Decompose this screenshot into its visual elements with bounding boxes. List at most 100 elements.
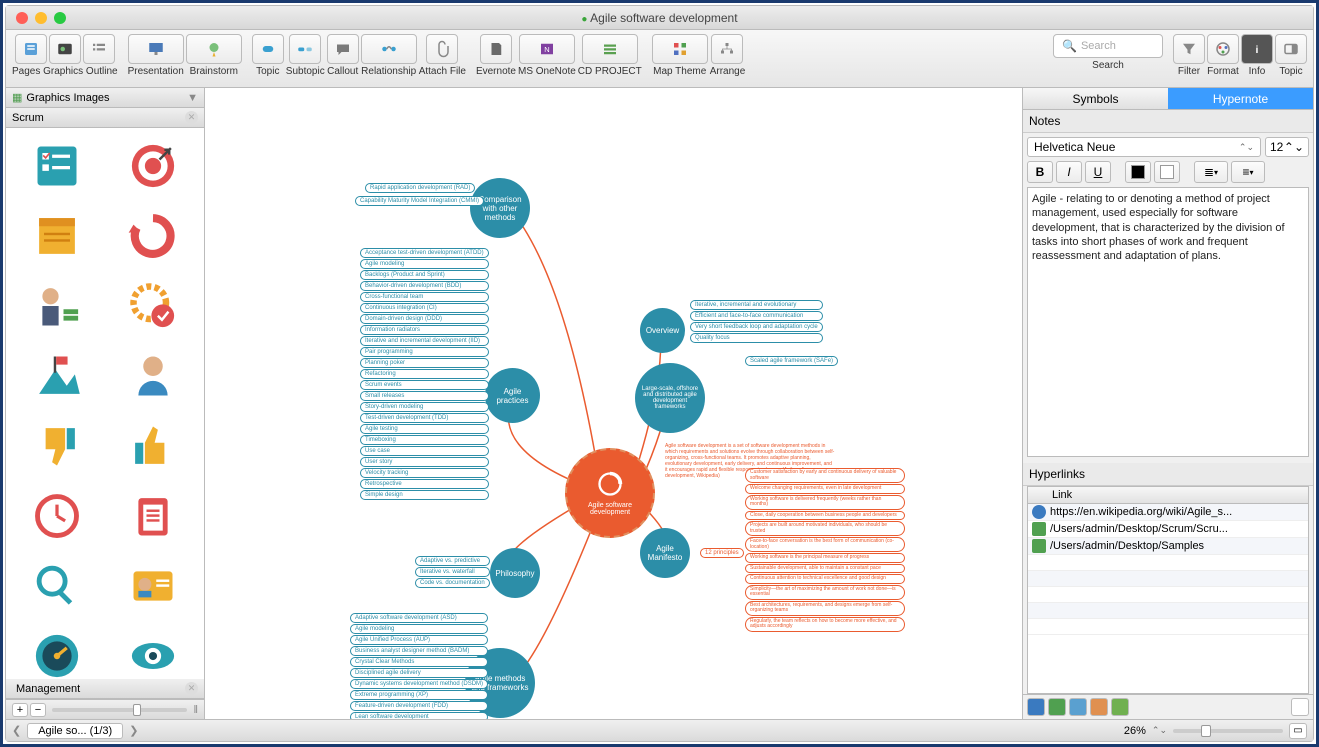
subnode[interactable]: Working software is delivered frequently… (745, 495, 905, 510)
subnode[interactable]: Planning poker (360, 358, 489, 368)
topic-panel-button[interactable] (1275, 34, 1307, 64)
subnode[interactable]: Capability Maturity Model Integration (C… (355, 196, 484, 206)
node-philosophy[interactable]: Philosophy (490, 548, 540, 598)
subnode[interactable]: Regularly, the team reflects on how to b… (745, 617, 905, 632)
add-topic-link-button[interactable] (1069, 698, 1087, 716)
prev-page-button[interactable]: ❮ (12, 724, 21, 737)
add-email-link-button[interactable] (1111, 698, 1129, 716)
subnode[interactable]: Acceptance test-driven development (ATDD… (360, 248, 489, 258)
relationship-button[interactable] (361, 34, 417, 64)
node-manifesto[interactable]: Agile Manifesto (640, 528, 690, 578)
graphic-id-card[interactable] (106, 552, 200, 620)
subnode[interactable]: Rapid application development (RAD) (365, 183, 475, 193)
icon-size-slider[interactable] (52, 708, 187, 712)
subnode[interactable]: Dynamic systems development method (DSDM… (350, 679, 488, 689)
subnode[interactable]: Projects are built around motivated indi… (745, 521, 905, 536)
node-center[interactable]: Agile software development (565, 448, 655, 538)
format-button[interactable] (1207, 34, 1239, 64)
subnode[interactable]: Backlogs (Product and Sprint) (360, 270, 489, 280)
remove-button[interactable]: − (30, 703, 46, 717)
node-large-scale[interactable]: Large-scale, offshore and distributed ag… (635, 363, 705, 433)
graphic-magnifier[interactable] (10, 552, 104, 620)
zoom-stepper[interactable]: ⌃⌄ (1152, 725, 1167, 736)
link-row[interactable]: /Users/admin/Desktop/Samples (1028, 538, 1308, 555)
subnode[interactable]: Behavior-driven development (BDD) (360, 281, 489, 291)
node-overview[interactable]: Overview (640, 308, 685, 353)
page-selector[interactable]: Agile so... (1/3) (27, 723, 123, 739)
subnode[interactable]: Working software is the principal measur… (745, 553, 905, 563)
subnode[interactable]: Welcome changing requirements, even in l… (745, 484, 905, 494)
subnode[interactable]: Small releases (360, 391, 489, 401)
arrange-button[interactable] (711, 34, 743, 64)
graphic-checklist[interactable] (10, 132, 104, 200)
cd-project-button[interactable] (582, 34, 638, 64)
subnode[interactable]: Domain-driven design (DDD) (360, 314, 489, 324)
subnode[interactable]: Refactoring (360, 369, 489, 379)
subnode-12-principles[interactable]: 12 principles (700, 548, 744, 558)
presentation-button[interactable] (128, 34, 184, 64)
graphic-clock[interactable] (10, 482, 104, 550)
subnode[interactable]: Very short feedback loop and adaptation … (690, 322, 823, 332)
pages-button[interactable] (15, 34, 47, 64)
add-file-link-button[interactable] (1048, 698, 1066, 716)
subnode[interactable]: Scrum events (360, 380, 489, 390)
add-button[interactable]: + (12, 703, 28, 717)
bg-color-button[interactable] (1154, 161, 1180, 183)
graphic-thumb-down[interactable] (10, 412, 104, 480)
fit-page-button[interactable]: ▭ (1289, 723, 1307, 739)
subnode[interactable]: Extreme programming (XP) (350, 690, 488, 700)
graphic-flag-mountain[interactable] (10, 342, 104, 410)
graphic-eye[interactable] (106, 622, 200, 679)
subnode[interactable]: Adaptive software development (ASD) (350, 613, 488, 623)
subnode[interactable]: Business analyst designer method (BADM) (350, 646, 488, 656)
graphic-thumb-up[interactable] (106, 412, 200, 480)
subnode[interactable]: Sustainable development, able to maintai… (745, 564, 905, 574)
link-row[interactable]: https://en.wikipedia.org/wiki/Agile_s... (1028, 504, 1308, 521)
subnode[interactable]: Test-driven development (TDD) (360, 413, 489, 423)
map-theme-button[interactable] (652, 34, 708, 64)
graphic-sticky-note[interactable] (10, 202, 104, 270)
subnode[interactable]: Retrospective (360, 479, 489, 489)
graphic-reload[interactable] (106, 202, 200, 270)
subnode[interactable]: Face-to-face conversation is the best fo… (745, 537, 905, 552)
graphics-panel-header[interactable]: ▦ Graphics Images ▼ (6, 88, 204, 108)
subnode[interactable]: Agile modeling (360, 259, 489, 269)
font-family-select[interactable]: Helvetica Neue⌃⌄ (1027, 137, 1261, 157)
subnode[interactable]: Simplicity—the art of maximizing the amo… (745, 585, 905, 600)
attach-file-button[interactable] (426, 34, 458, 64)
subnode[interactable]: Timeboxing (360, 435, 489, 445)
list-button[interactable]: ≣ ▾ (1194, 161, 1228, 183)
subnode[interactable]: Feature-driven development (FDD) (350, 701, 488, 711)
subnode[interactable]: Efficient and face-to-face communication (690, 311, 823, 321)
underline-button[interactable]: U (1085, 161, 1111, 183)
subnode[interactable]: Cross-functional team (360, 292, 489, 302)
notes-textarea[interactable]: Agile - relating to or denoting a method… (1027, 187, 1309, 457)
category-scrum-header[interactable]: Scrum ✕ (6, 108, 204, 128)
onenote-button[interactable]: N (519, 34, 575, 64)
subnode[interactable]: Continuous attention to technical excell… (745, 574, 905, 584)
tab-symbols[interactable]: Symbols (1023, 88, 1168, 110)
close-category-icon[interactable]: ✕ (185, 111, 198, 124)
bold-button[interactable]: B (1027, 161, 1053, 183)
graphics-button[interactable] (49, 34, 81, 64)
callout-button[interactable] (327, 34, 359, 64)
filter-button[interactable] (1173, 34, 1205, 64)
link-column-header[interactable]: Link (1028, 487, 1308, 504)
subnode[interactable]: Pair programming (360, 347, 489, 357)
outline-button[interactable] (83, 34, 115, 64)
topic-button[interactable] (252, 34, 284, 64)
next-page-button[interactable]: ❯ (129, 724, 138, 737)
add-folder-link-button[interactable] (1090, 698, 1108, 716)
link-row[interactable]: /Users/admin/Desktop/Scrum/Scru... (1028, 521, 1308, 538)
category-management-header[interactable]: Management ✕ (6, 679, 204, 699)
subnode[interactable]: Agile Unified Process (AUP) (350, 635, 488, 645)
tab-hypernote[interactable]: Hypernote (1168, 88, 1313, 110)
subnode[interactable]: Iterative, incremental and evolutionary (690, 300, 823, 310)
subnode[interactable]: Customer satisfaction by early and conti… (745, 468, 905, 483)
close-category-icon[interactable]: ✕ (185, 682, 198, 695)
subnode[interactable]: Disciplined agile delivery (350, 668, 488, 678)
zoom-slider[interactable] (1173, 729, 1283, 733)
graphic-manager-money[interactable] (10, 272, 104, 340)
font-size-select[interactable]: 12⌃⌄ (1265, 137, 1309, 157)
info-button[interactable]: i (1241, 34, 1273, 64)
